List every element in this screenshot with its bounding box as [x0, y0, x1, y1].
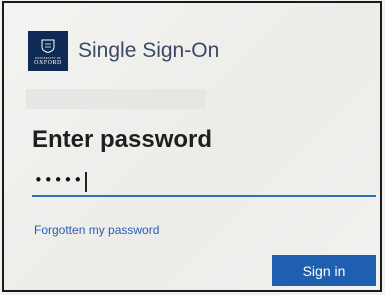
page-heading: Enter password: [32, 126, 213, 153]
text-caret: [85, 172, 87, 192]
obscured-username: [26, 89, 206, 109]
login-window: UNIVERSITY OF OXFORD Single Sign-On Ente…: [2, 1, 382, 292]
password-value: •••••: [34, 171, 84, 189]
app-title: Single Sign-On: [78, 39, 220, 62]
oxford-logo: UNIVERSITY OF OXFORD: [28, 31, 68, 71]
logo-oxford-text: OXFORD: [34, 60, 62, 66]
password-field[interactable]: •••••: [32, 171, 376, 197]
forgot-password-link[interactable]: Forgotten my password: [34, 223, 159, 237]
crest-icon: [41, 39, 55, 53]
header: UNIVERSITY OF OXFORD Single Sign-On: [28, 31, 219, 71]
sign-in-button[interactable]: Sign in: [272, 255, 376, 286]
